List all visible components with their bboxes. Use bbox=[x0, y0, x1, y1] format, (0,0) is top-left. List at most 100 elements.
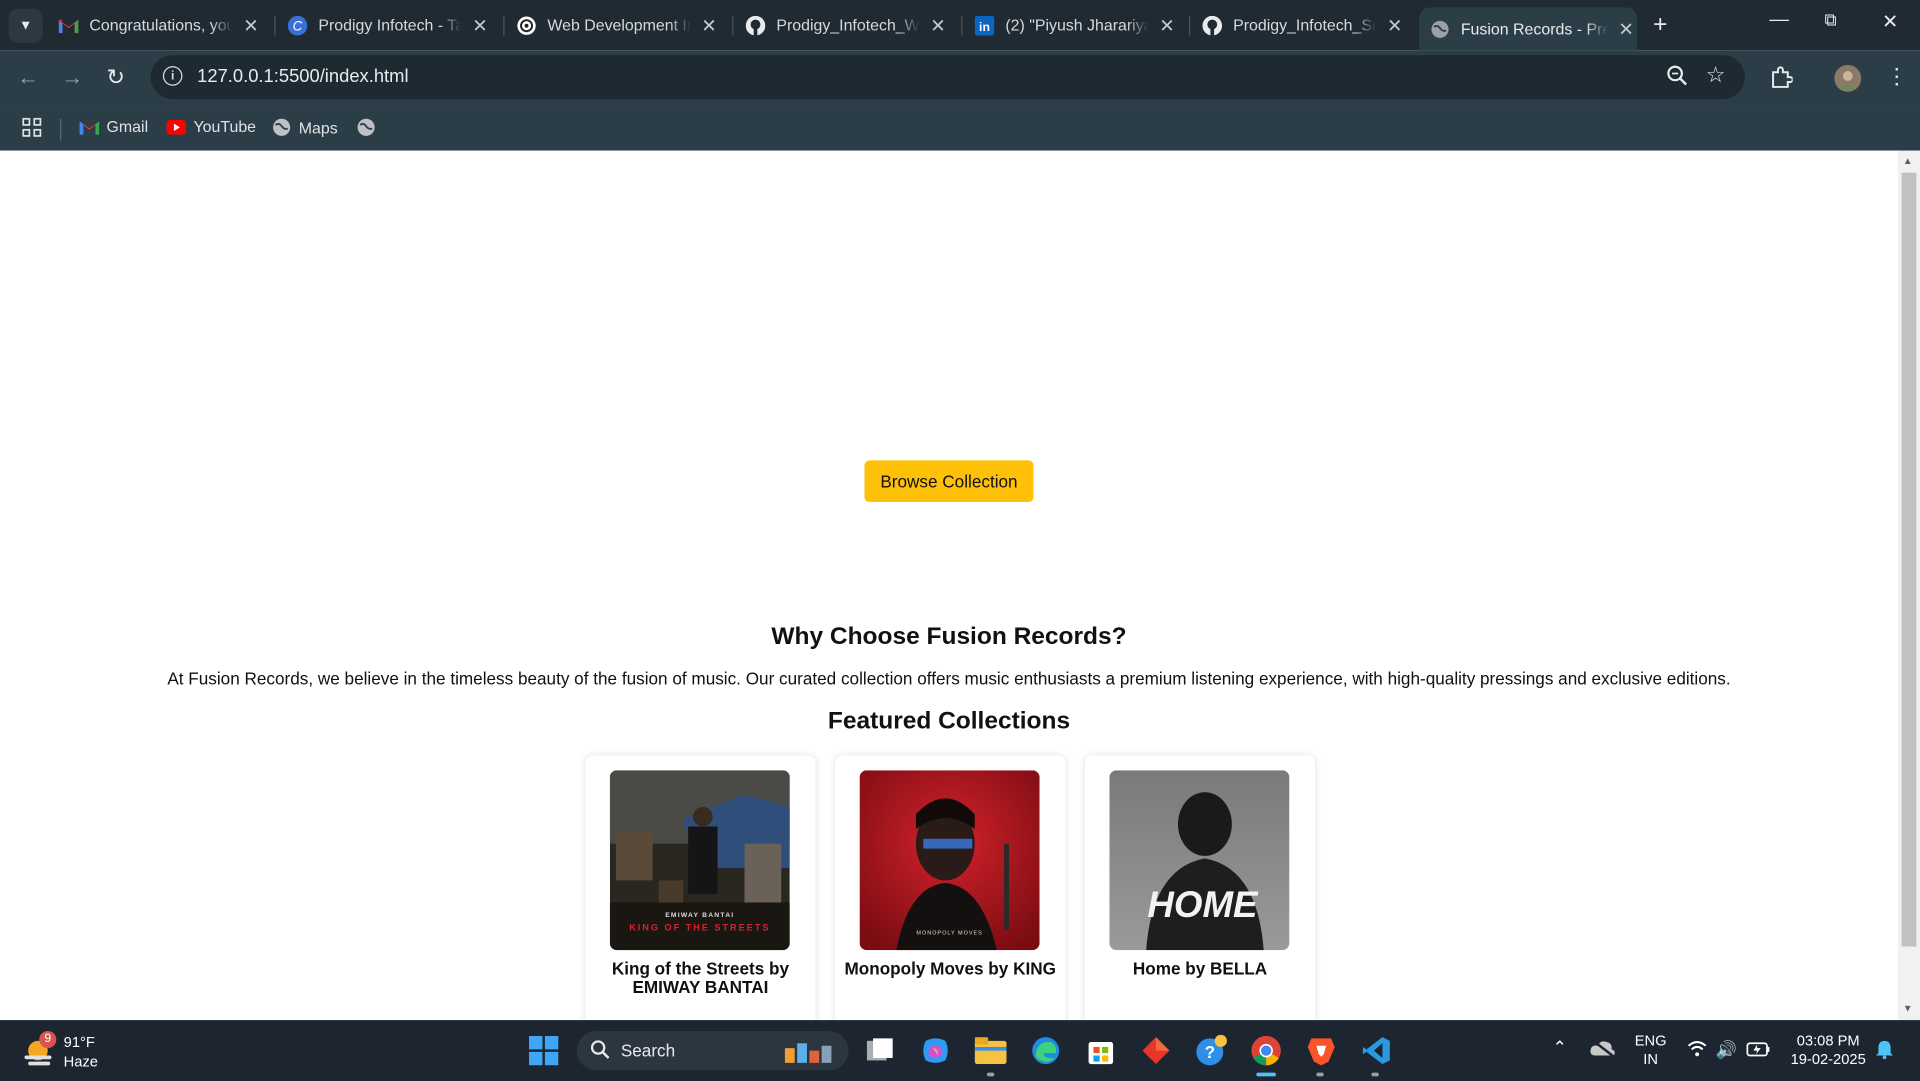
language-code: ENG bbox=[1634, 1032, 1667, 1050]
tab-title: Web Development In bbox=[547, 15, 691, 35]
bookmark-star-icon[interactable]: ☆ bbox=[1706, 62, 1726, 88]
bookmark-youtube[interactable]: YouTube bbox=[166, 118, 256, 136]
region-code: IN bbox=[1643, 1050, 1658, 1068]
close-icon[interactable]: ✕ bbox=[698, 14, 720, 36]
tab-title: Fusion Records - Pre bbox=[1460, 19, 1608, 38]
tab-separator bbox=[961, 15, 963, 36]
zoom-icon[interactable] bbox=[1667, 65, 1689, 93]
reload-icon[interactable]: ↻ bbox=[107, 65, 125, 91]
bookmark-label: Gmail bbox=[106, 117, 149, 136]
close-icon[interactable]: ✕ bbox=[1384, 14, 1406, 36]
why-choose-heading: Why Choose Fusion Records? bbox=[771, 623, 1127, 651]
edge-icon[interactable] bbox=[1029, 1033, 1063, 1067]
album-card[interactable]: HOME Home by BELLA bbox=[1084, 755, 1316, 1021]
tab-search-button[interactable]: ▼ bbox=[8, 8, 43, 43]
running-indicator bbox=[986, 1072, 995, 1077]
vscode-icon[interactable] bbox=[1359, 1033, 1393, 1067]
close-icon[interactable]: ✕ bbox=[1156, 14, 1178, 36]
tab-title: (2) "Piyush Jharariya" bbox=[1005, 15, 1149, 35]
weather-temp: 91°F bbox=[63, 1033, 95, 1051]
tab-web-development[interactable]: Web Development In ✕ bbox=[517, 7, 720, 43]
close-icon[interactable]: ✕ bbox=[927, 14, 949, 36]
battery-charging-icon[interactable] bbox=[1746, 1041, 1770, 1063]
volume-icon[interactable]: 🔊 bbox=[1716, 1040, 1737, 1061]
wifi-icon[interactable] bbox=[1687, 1040, 1707, 1063]
page-scrollbar[interactable]: ▲ ▼ bbox=[1897, 150, 1920, 1021]
chrome-icon[interactable] bbox=[1249, 1033, 1283, 1067]
chevron-up-icon[interactable]: ⌃ bbox=[1553, 1037, 1567, 1058]
site-info-icon[interactable]: i bbox=[162, 66, 183, 86]
clock[interactable]: 03:08 PM 19-02-2025 bbox=[1782, 1032, 1875, 1069]
notification-bell-icon[interactable] bbox=[1875, 1040, 1894, 1066]
diamond-app-icon[interactable] bbox=[1139, 1033, 1173, 1067]
scroll-thumb[interactable] bbox=[1901, 172, 1917, 947]
windows-start-icon[interactable] bbox=[527, 1033, 561, 1067]
url-text[interactable]: 127.0.0.1:5500/index.html bbox=[197, 66, 408, 87]
minimize-icon[interactable]: — bbox=[1769, 10, 1789, 32]
album-card[interactable]: EMIWAY BANTAI KING OF THE STREETS King o… bbox=[585, 755, 816, 1021]
cover-title-text: KING OF THE STREETS bbox=[629, 923, 770, 933]
svg-text:in: in bbox=[979, 20, 990, 34]
tab-gmail[interactable]: Congratulations, you ✕ bbox=[58, 7, 262, 43]
tab-fusion-records[interactable]: Fusion Records - Pre ✕ bbox=[1419, 7, 1638, 51]
microsoft-store-icon[interactable] bbox=[1084, 1033, 1118, 1067]
close-icon[interactable]: ✕ bbox=[1615, 18, 1637, 40]
bookmark-maps[interactable]: Maps bbox=[272, 118, 338, 138]
new-tab-icon[interactable]: + bbox=[1653, 11, 1667, 39]
close-icon[interactable]: ✕ bbox=[240, 14, 262, 36]
album-cover-king-of-the-streets[interactable]: EMIWAY BANTAI KING OF THE STREETS bbox=[609, 770, 790, 951]
windows-taskbar: 9 91°F Haze Search ? ⌃ ENG IN 🔊 03:08 PM… bbox=[0, 1020, 1920, 1081]
menu-kebab-icon[interactable]: ⋮ bbox=[1886, 65, 1908, 87]
album-cover-home[interactable]: HOME bbox=[1109, 770, 1290, 951]
cover-title-text: MONOPOLY MOVES bbox=[916, 930, 982, 936]
apps-grid-icon[interactable] bbox=[22, 117, 42, 138]
close-icon[interactable]: ✕ bbox=[469, 14, 491, 36]
featured-collections-heading: Featured Collections bbox=[827, 707, 1071, 735]
taskbar-search-box[interactable]: Search bbox=[576, 1031, 849, 1071]
browse-collection-button[interactable]: Browse Collection bbox=[864, 460, 1034, 503]
globe-icon bbox=[272, 118, 292, 138]
tab-prodigy[interactable]: C Prodigy Infotech - Ta ✕ bbox=[287, 7, 491, 43]
extensions-icon[interactable] bbox=[1771, 66, 1794, 94]
scroll-down-icon[interactable]: ▼ bbox=[1903, 1003, 1913, 1014]
bookmarks-divider bbox=[60, 118, 62, 141]
clock-time: 03:08 PM bbox=[1796, 1032, 1860, 1050]
openai-icon bbox=[517, 15, 537, 35]
github-icon bbox=[745, 15, 766, 35]
tab-github-software[interactable]: Prodigy_Infotech_Sof ✕ bbox=[1202, 7, 1405, 43]
chevron-down-icon: ▼ bbox=[19, 18, 33, 34]
window-close-icon[interactable]: ✕ bbox=[1882, 10, 1898, 34]
task-view-icon[interactable] bbox=[863, 1033, 897, 1067]
cloud-offline-icon[interactable] bbox=[1589, 1038, 1616, 1064]
album-caption: Home by BELLA bbox=[1132, 958, 1268, 979]
help-app-icon[interactable]: ? bbox=[1194, 1033, 1228, 1067]
restore-icon[interactable]: ⧉ bbox=[1825, 10, 1837, 31]
running-indicator bbox=[1316, 1072, 1324, 1077]
brave-icon[interactable] bbox=[1304, 1033, 1338, 1067]
tab-title: Prodigy Infotech - Ta bbox=[318, 15, 462, 35]
forward-arrow-icon[interactable]: → bbox=[61, 65, 83, 91]
album-cover-monopoly-moves[interactable]: MONOPOLY MOVES bbox=[859, 770, 1040, 951]
tab-linkedin[interactable]: in (2) "Piyush Jharariya" ✕ bbox=[974, 7, 1178, 43]
copilot-icon[interactable] bbox=[918, 1033, 952, 1067]
file-explorer-icon[interactable] bbox=[973, 1033, 1007, 1067]
back-arrow-icon[interactable]: ← bbox=[17, 65, 39, 91]
tab-github-web[interactable]: Prodigy_Infotech_We ✕ bbox=[745, 7, 949, 43]
language-indicator[interactable]: ENG IN bbox=[1629, 1032, 1673, 1069]
scroll-up-icon[interactable]: ▲ bbox=[1903, 156, 1913, 167]
bookmarks-bar: Gmail YouTube Maps bbox=[0, 108, 1920, 151]
svg-text:C: C bbox=[293, 18, 303, 33]
profile-avatar[interactable] bbox=[1834, 64, 1862, 98]
tab-title: Prodigy_Infotech_We bbox=[776, 15, 920, 35]
browser-toolbar: ← → ↻ i 127.0.0.1:5500/index.html ☆ ⋮ bbox=[0, 50, 1920, 109]
tab-title: Congratulations, you bbox=[89, 15, 233, 35]
gmail-icon bbox=[58, 15, 79, 35]
bookmark-gmail[interactable]: Gmail bbox=[79, 117, 149, 136]
bookmark-label: Maps bbox=[298, 118, 338, 137]
album-card[interactable]: MONOPOLY MOVES Monopoly Moves by KING bbox=[835, 755, 1066, 1021]
tab-separator bbox=[503, 15, 505, 36]
bookmark-unnamed[interactable] bbox=[356, 118, 383, 138]
tab-strip: ▼ Congratulations, you ✕ C Prodigy Infot… bbox=[0, 0, 1920, 51]
running-indicator bbox=[1371, 1072, 1379, 1077]
address-bar[interactable]: i 127.0.0.1:5500/index.html ☆ bbox=[150, 55, 1745, 100]
